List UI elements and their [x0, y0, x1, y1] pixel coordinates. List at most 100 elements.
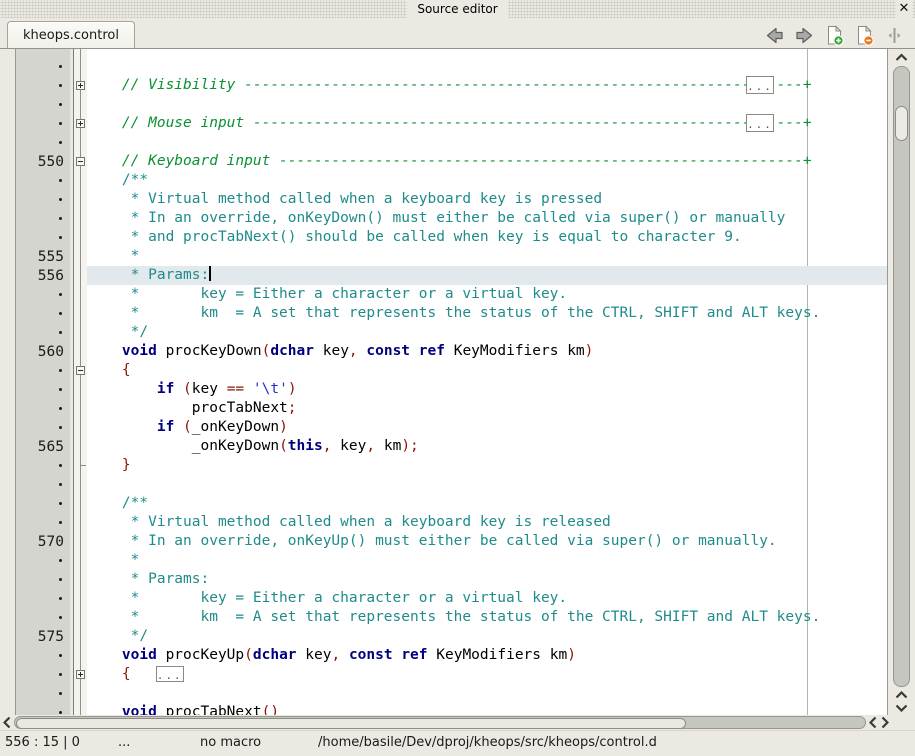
code-line[interactable]: procTabNext;: [87, 399, 887, 418]
new-document-button[interactable]: [824, 25, 845, 46]
code-line[interactable]: // Keyboard input ----------------------…: [87, 152, 887, 171]
code-line[interactable]: * In an override, onKeyDown() must eithe…: [87, 209, 887, 228]
fold-row: [74, 209, 87, 228]
code-line[interactable]: *: [87, 247, 887, 266]
fold-expand-icon[interactable]: [76, 670, 85, 679]
code-area[interactable]: // Visibility --------------------------…: [87, 49, 888, 715]
close-document-button[interactable]: [854, 25, 875, 46]
code-line[interactable]: * km = A set that represents the status …: [87, 304, 887, 323]
fold-expand-icon[interactable]: [76, 81, 85, 90]
code-line[interactable]: * In an override, onKeyUp() must either …: [87, 532, 887, 551]
code-token: ): [585, 343, 594, 359]
tab-kheops-control[interactable]: kheops.control: [7, 21, 135, 48]
collapsed-code-ellipsis[interactable]: ...: [156, 666, 184, 682]
split-view-button[interactable]: [884, 25, 905, 46]
title-bar[interactable]: Source editor ✕: [0, 0, 915, 18]
gutter-dot: [16, 57, 70, 76]
code-line[interactable]: */: [87, 323, 887, 342]
code-token: (: [279, 438, 288, 454]
close-icon[interactable]: ✕: [896, 0, 912, 18]
code-token: [244, 381, 253, 397]
gutter-dot: [16, 209, 70, 228]
code-line[interactable]: void procKeyDown(dchar key, const ref Ke…: [87, 342, 887, 361]
fold-row: [74, 608, 87, 627]
code-token: *: [87, 248, 139, 264]
code-line[interactable]: }: [87, 456, 887, 475]
fold-collapse-icon[interactable]: [76, 366, 85, 375]
code-token: [87, 362, 122, 378]
vertical-scrollbar[interactable]: [888, 49, 915, 715]
code-line[interactable]: /**: [87, 494, 887, 513]
code-token: ==: [227, 381, 244, 397]
code-line[interactable]: if (_onKeyDown): [87, 418, 887, 437]
code-token: ,: [366, 438, 375, 454]
code-line[interactable]: [87, 475, 887, 494]
collapsed-code-ellipsis[interactable]: ...: [746, 76, 774, 94]
split-view-icon: [886, 25, 903, 46]
horizontal-scroll-thumb[interactable]: [16, 718, 686, 729]
scroll-right-icon[interactable]: [879, 715, 890, 730]
code-token: void: [122, 647, 157, 663]
fold-row: [74, 76, 87, 95]
vertical-scroll-track[interactable]: [893, 66, 910, 687]
code-line[interactable]: [87, 684, 887, 703]
forward-button[interactable]: [794, 25, 815, 46]
code-token: {: [122, 666, 131, 682]
code-line[interactable]: {...: [87, 665, 887, 684]
scroll-up-icon[interactable]: [888, 51, 915, 64]
fold-collapse-icon[interactable]: [76, 157, 85, 166]
code-line[interactable]: * key = Either a character or a virtual …: [87, 285, 887, 304]
code-token: */: [87, 628, 148, 644]
collapsed-code-ellipsis[interactable]: ...: [746, 114, 774, 132]
code-line[interactable]: [87, 133, 887, 152]
horizontal-scrollbar[interactable]: [0, 715, 915, 730]
tab-label: kheops.control: [23, 28, 119, 43]
scroll-up-bottom-icon[interactable]: [888, 689, 915, 701]
gutter-line-number: 570: [16, 532, 70, 551]
code-line[interactable]: * Virtual method called when a keyboard …: [87, 190, 887, 209]
scroll-left-right-icon[interactable]: [867, 715, 878, 730]
code-token: [87, 666, 122, 682]
code-token: }: [122, 457, 131, 473]
fold-expand-icon[interactable]: [76, 119, 85, 128]
code-line[interactable]: if (key == '\t'): [87, 380, 887, 399]
code-line[interactable]: {: [87, 361, 887, 380]
code-line[interactable]: void procTabNext(): [87, 703, 887, 715]
horizontal-scroll-track[interactable]: [14, 716, 866, 729]
code-token: * In an override, onKeyUp() must either …: [87, 533, 777, 549]
code-line[interactable]: * Virtual method called when a keyboard …: [87, 513, 887, 532]
code-line[interactable]: * key = Either a character or a virtual …: [87, 589, 887, 608]
fold-bar[interactable]: [74, 49, 87, 715]
code-line[interactable]: * and procTabNext() should be called whe…: [87, 228, 887, 247]
code-line[interactable]: [87, 57, 887, 76]
code-line[interactable]: *: [87, 551, 887, 570]
code-line[interactable]: void procKeyUp(dchar key, const ref KeyM…: [87, 646, 887, 665]
back-button[interactable]: [764, 25, 785, 46]
code-token: *: [87, 552, 139, 568]
code-line[interactable]: [87, 95, 887, 114]
gutter-dot: [16, 114, 70, 133]
gutter-dot: [16, 513, 70, 532]
code-line[interactable]: * km = A set that represents the status …: [87, 608, 887, 627]
current-code-line[interactable]: * Params:: [87, 266, 887, 285]
code-line[interactable]: /**: [87, 171, 887, 190]
code-editor[interactable]: 550555556560565570575 // Visibility ----…: [0, 48, 915, 715]
code-token: ref: [401, 647, 427, 663]
fold-row: [74, 589, 87, 608]
gutter-dot: [16, 171, 70, 190]
code-token: (): [262, 704, 279, 715]
code-line[interactable]: */: [87, 627, 887, 646]
code-token: void: [122, 704, 157, 715]
gutter-dot: [16, 228, 70, 247]
code-line[interactable]: _onKeyDown(this, key, km);: [87, 437, 887, 456]
window-title: Source editor: [407, 0, 507, 18]
fold-row: [74, 551, 87, 570]
back-icon: [764, 25, 785, 46]
gutter-dot: [16, 304, 70, 323]
fold-row: [74, 171, 87, 190]
scroll-left-icon[interactable]: [1, 715, 13, 730]
vertical-scroll-thumb[interactable]: [895, 106, 908, 141]
fold-row: [74, 190, 87, 209]
scroll-down-icon[interactable]: [888, 702, 915, 714]
code-line[interactable]: * Params:: [87, 570, 887, 589]
